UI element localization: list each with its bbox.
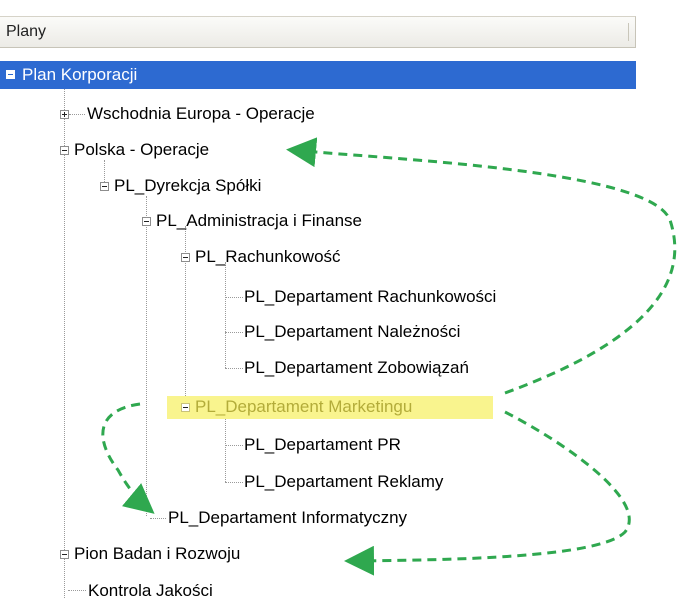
- arrow-to-informatyczny: [101, 402, 155, 514]
- annotation-arrows: [101, 137, 677, 576]
- arrow-to-polska-operacje: [286, 137, 677, 395]
- arrow-to-pion-badan: [344, 410, 631, 576]
- tree-panel: Plany Plan Korporacji Wschodnia Europa -…: [0, 0, 686, 600]
